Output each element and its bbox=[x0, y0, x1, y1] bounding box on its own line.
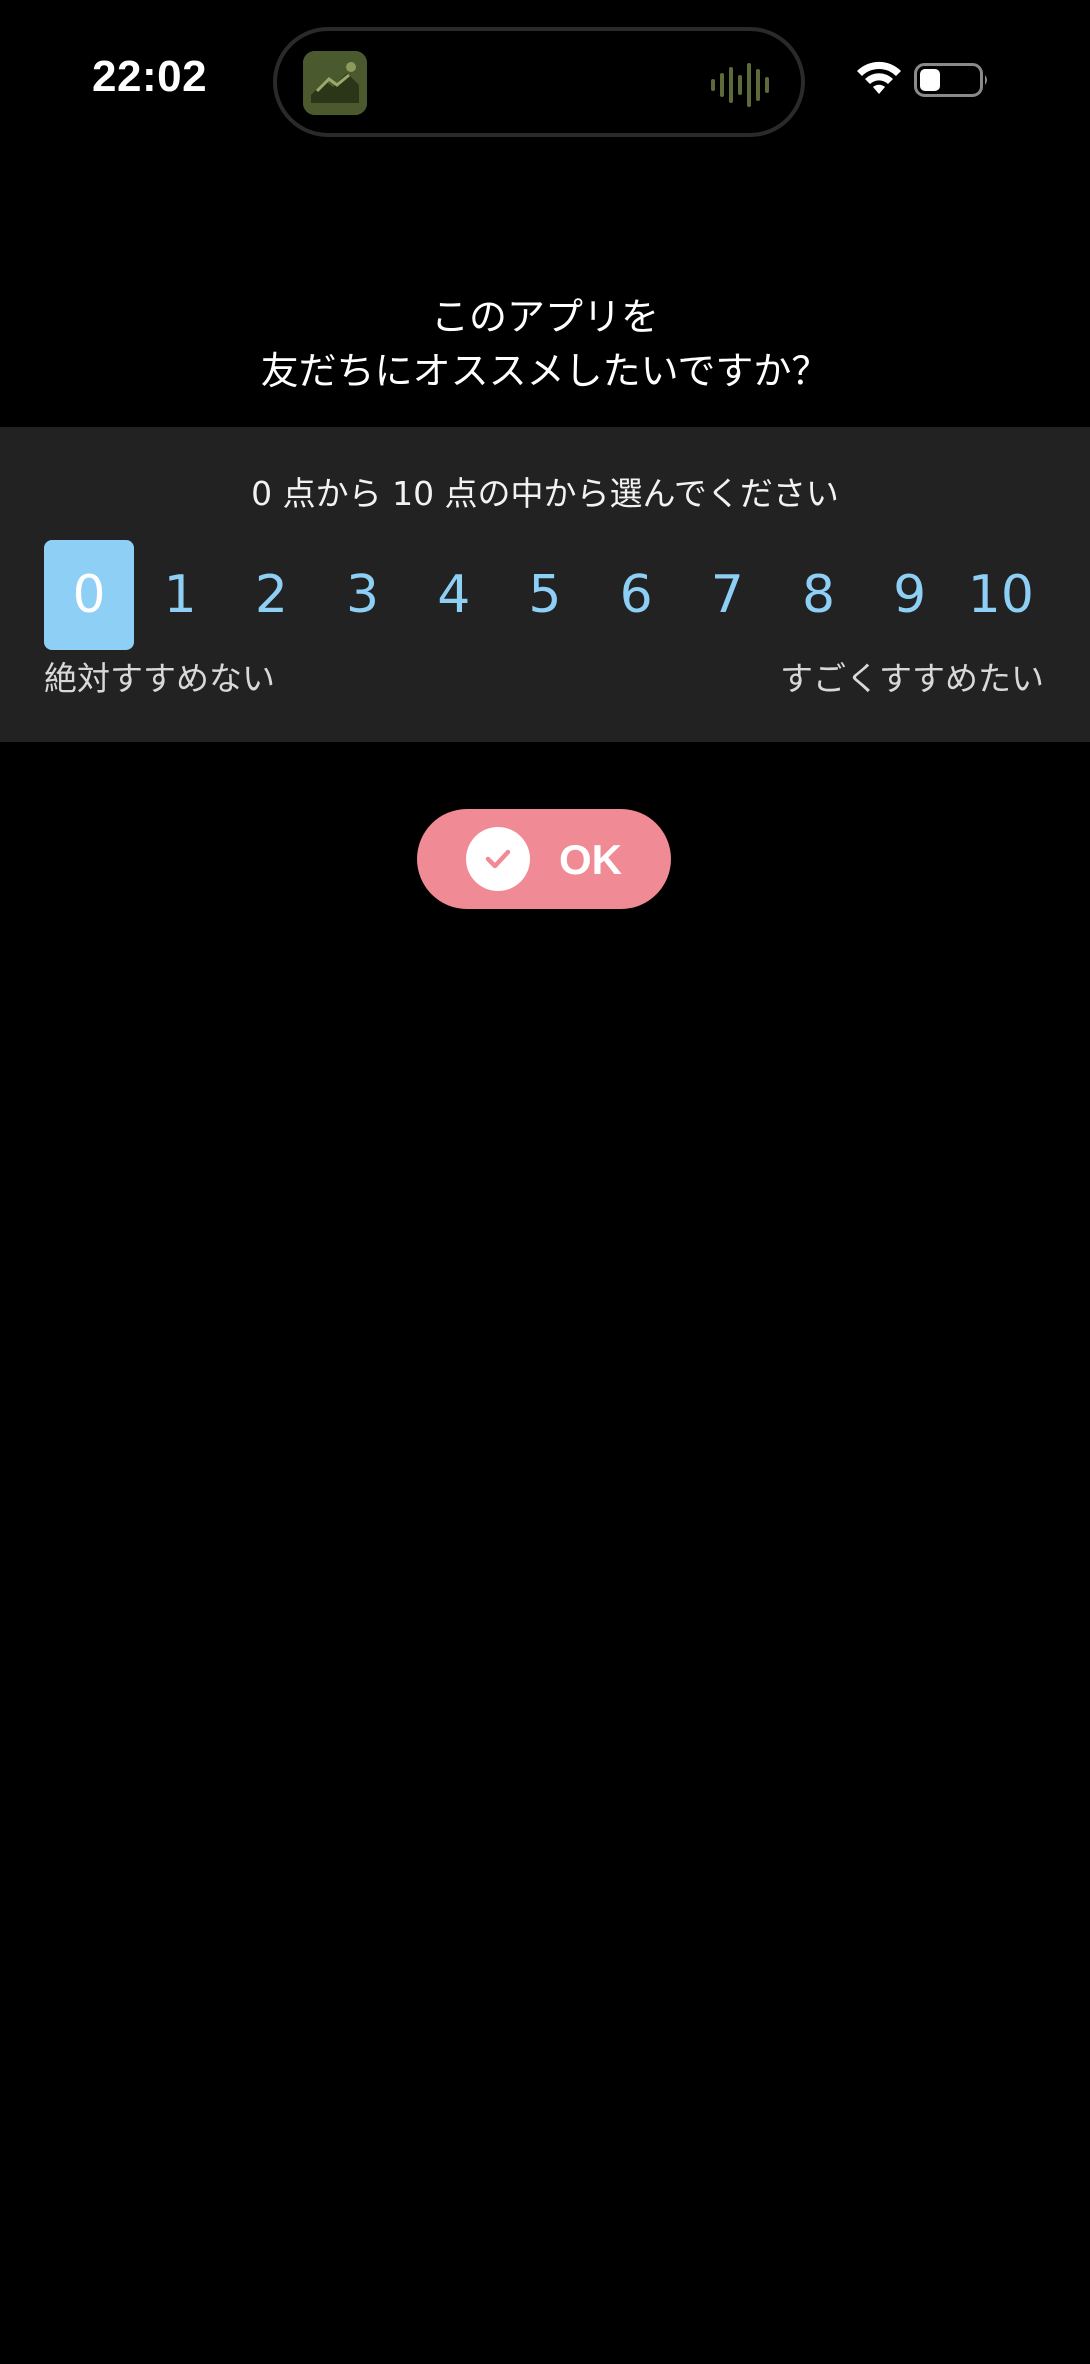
now-playing-artwork bbox=[303, 51, 367, 115]
score-option-2[interactable]: 2 bbox=[226, 540, 316, 650]
scale-label-high: すごくすすめたい bbox=[780, 659, 1044, 698]
score-option-10[interactable]: 10 bbox=[956, 540, 1046, 650]
score-option-6[interactable]: 6 bbox=[591, 540, 681, 650]
rating-panel: 0 点から 10 点の中から選んでください 0 1 2 3 4 5 6 7 8 … bbox=[0, 427, 1090, 742]
score-selector: 0 1 2 3 4 5 6 7 8 9 10 bbox=[44, 540, 1046, 650]
score-option-7[interactable]: 7 bbox=[682, 540, 772, 650]
rating-instruction: 0 点から 10 点の中から選んでください bbox=[251, 474, 839, 513]
question-line-1: このアプリを bbox=[430, 295, 659, 339]
status-time: 22:02 bbox=[92, 52, 208, 101]
ok-button[interactable]: OK bbox=[417, 809, 671, 909]
score-option-0[interactable]: 0 bbox=[44, 540, 134, 650]
audio-waveform-icon bbox=[711, 63, 769, 107]
wifi-icon bbox=[857, 61, 901, 94]
check-icon bbox=[466, 827, 530, 891]
score-option-5[interactable]: 5 bbox=[500, 540, 590, 650]
ok-button-label: OK bbox=[559, 836, 622, 883]
score-option-1[interactable]: 1 bbox=[135, 540, 225, 650]
score-option-3[interactable]: 3 bbox=[318, 540, 408, 650]
battery-icon bbox=[914, 63, 987, 97]
question-title: このアプリを 友だちにオススメしたいですか？ bbox=[0, 290, 1090, 398]
question-line-2: 友だちにオススメしたいですか？ bbox=[260, 349, 830, 393]
scale-label-low: 絶対すすめない bbox=[44, 659, 275, 698]
screen: 22:02 このアプリを 友だちにオススメしたいですか？ 0 点から 10 点の… bbox=[0, 0, 1090, 2364]
score-option-8[interactable]: 8 bbox=[774, 540, 864, 650]
score-option-4[interactable]: 4 bbox=[409, 540, 499, 650]
score-option-9[interactable]: 9 bbox=[865, 540, 955, 650]
dynamic-island[interactable] bbox=[273, 27, 805, 137]
